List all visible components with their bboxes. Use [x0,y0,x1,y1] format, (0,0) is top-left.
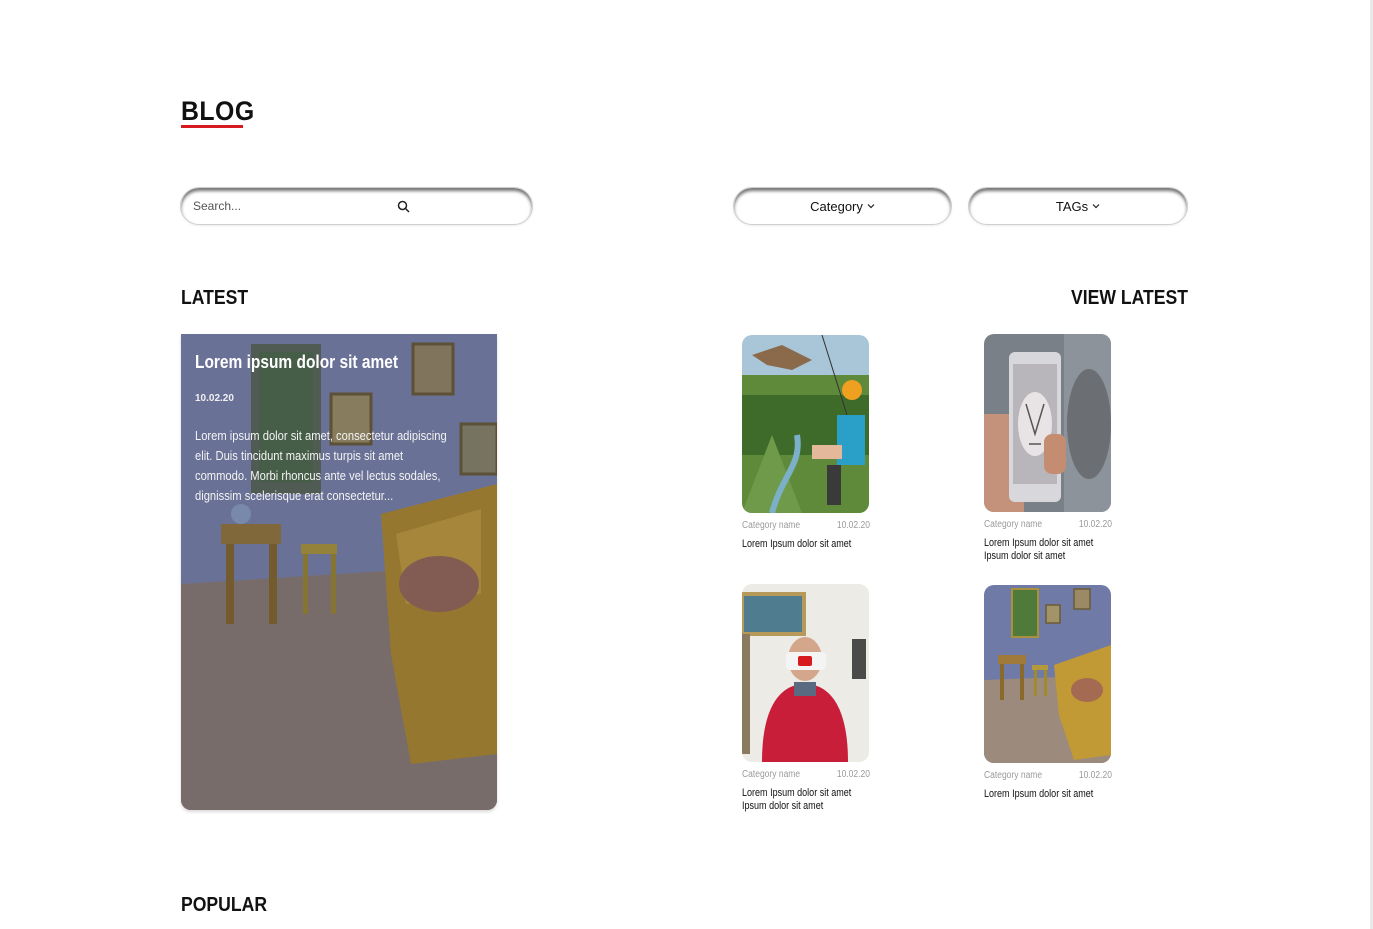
post-thumbnail[interactable] [984,334,1111,512]
featured-post-date: 10.02.20 [195,393,234,404]
search-input[interactable] [193,196,383,216]
popular-section-title: POPULAR [181,894,268,916]
card-title[interactable]: Lorem Ipsum dolor sit amet Ipsum dolor s… [984,537,1107,563]
latest-section-title: LATEST [181,287,249,309]
card-category: Category name [984,770,1043,781]
card-title[interactable]: Lorem Ipsum dolor sit amet [742,538,865,551]
card-title[interactable]: Lorem Ipsum dolor sit amet [984,788,1107,801]
tags-dropdown-label: TAGs [1055,198,1089,214]
category-dropdown[interactable]: Category [733,187,952,225]
search-box [180,187,533,225]
post-thumbnail[interactable] [742,584,869,762]
card-date: 10.02.20 [1078,770,1112,781]
card-date: 10.02.20 [1078,519,1112,530]
featured-post-card[interactable]: Lorem ipsum dolor sit amet 10.02.20 Lore… [181,334,497,810]
card-category: Category name [742,769,801,780]
tags-dropdown[interactable]: TAGs [968,187,1188,225]
card-category: Category name [742,520,801,531]
latest-card[interactable]: Category name 10.02.20 Lorem Ipsum dolor … [742,335,870,551]
card-date: 10.02.20 [836,769,870,780]
card-title[interactable]: Lorem Ipsum dolor sit amet Ipsum dolor s… [742,787,865,813]
chevron-down-icon [1092,204,1100,209]
post-thumbnail[interactable] [742,335,869,513]
title-underline [181,125,243,128]
search-icon[interactable] [397,200,411,214]
card-category: Category name [984,519,1043,530]
featured-post-excerpt: Lorem ipsum dolor sit amet, consectetur … [195,428,447,503]
post-thumbnail[interactable] [984,585,1111,763]
latest-card[interactable]: Category name 10.02.20 Lorem Ipsum dolor … [984,585,1112,801]
page-title: BLOG [181,96,255,126]
featured-post-title[interactable]: Lorem ipsum dolor sit amet [195,352,398,373]
chevron-down-icon [867,204,875,209]
latest-card[interactable]: Category name 10.02.20 Lorem Ipsum dolor … [742,584,870,813]
latest-card[interactable]: Category name 10.02.20 Lorem Ipsum dolor … [984,334,1112,563]
card-date: 10.02.20 [836,520,870,531]
view-latest-link[interactable]: VIEW LATEST [1071,287,1188,310]
category-dropdown-label: Category [810,198,863,214]
featured-image-overlay [181,334,497,810]
